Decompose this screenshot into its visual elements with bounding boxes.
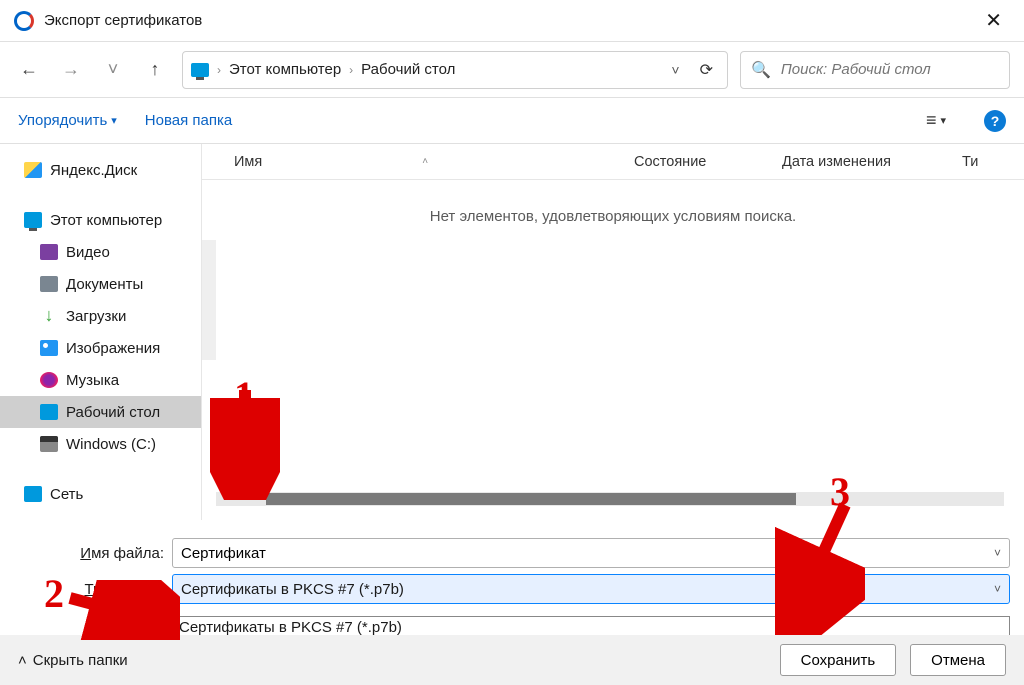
up-button[interactable]: ↑ — [140, 55, 170, 85]
column-name[interactable]: Имя ˄ — [234, 154, 634, 170]
desktop-icon — [40, 404, 58, 420]
music-icon — [40, 372, 58, 388]
recent-locations-caret[interactable]: ˅ — [98, 55, 128, 85]
sidebar-label: Яндекс.Диск — [50, 162, 137, 179]
downloads-icon: ↓ — [40, 308, 58, 324]
footer: ˄ Скрыть папки Сохранить Отмена — [0, 635, 1024, 685]
hide-folders-label: Скрыть папки — [33, 652, 128, 669]
sidebar: Яндекс.Диск Этот компьютер Видео Докумен… — [0, 144, 202, 520]
organize-label: Упорядочить — [18, 112, 107, 129]
sidebar-item-images[interactable]: Изображения — [0, 332, 201, 364]
sidebar-label: Изображения — [66, 340, 160, 357]
close-icon[interactable]: ✕ — [977, 4, 1010, 37]
images-icon — [40, 340, 58, 356]
sort-caret-icon: ˄ — [422, 156, 428, 167]
sidebar-label: Windows (C:) — [66, 436, 156, 453]
pc-icon — [24, 212, 42, 228]
horizontal-scrollbar[interactable] — [216, 492, 1004, 506]
yandex-disk-icon — [24, 162, 42, 178]
sidebar-label: Сеть — [50, 486, 83, 503]
sidebar-label: Рабочий стол — [66, 404, 160, 421]
sidebar-item-music[interactable]: Музыка — [0, 364, 201, 396]
column-type[interactable]: Ти — [962, 154, 1024, 170]
filename-label: Имя файла: — [14, 545, 172, 562]
filename-label-text: мя файла: — [91, 545, 164, 562]
refresh-icon[interactable]: ⟳ — [694, 60, 719, 80]
annotation-arrow-3 — [775, 495, 865, 635]
vertical-scrollbar[interactable] — [202, 240, 216, 360]
sidebar-item-yandex-disk[interactable]: Яндекс.Диск — [0, 154, 201, 186]
hide-folders-link[interactable]: ˄ Скрыть папки — [18, 652, 128, 669]
chevron-right-icon: › — [217, 63, 221, 77]
sidebar-item-video[interactable]: Видео — [0, 236, 201, 268]
search-icon: 🔍 — [751, 60, 771, 80]
sidebar-label: Этот компьютер — [50, 212, 162, 229]
video-icon — [40, 244, 58, 260]
path-dropdown-caret[interactable]: ˅ — [665, 62, 685, 78]
list-view-icon: ≡ — [926, 110, 937, 131]
empty-message: Нет элементов, удовлетворяющих условиям … — [202, 208, 1024, 225]
column-date[interactable]: Дата изменения — [782, 154, 962, 170]
chevron-down-icon: ▾ — [111, 114, 117, 127]
sidebar-item-drive-c[interactable]: Windows (C:) — [0, 428, 201, 460]
search-box[interactable]: 🔍 — [740, 51, 1010, 89]
back-button[interactable]: ← — [14, 55, 44, 85]
sidebar-item-downloads[interactable]: ↓ Загрузки — [0, 300, 201, 332]
filename-field[interactable]: ˅ — [172, 538, 1010, 568]
annotation-arrow-2 — [60, 580, 180, 640]
body: Яндекс.Диск Этот компьютер Видео Докумен… — [0, 144, 1024, 520]
sidebar-item-this-pc[interactable]: Этот компьютер — [0, 204, 201, 236]
file-list-header: Имя ˄ Состояние Дата изменения Ти — [202, 144, 1024, 180]
chevron-down-icon[interactable]: ˅ — [994, 546, 1001, 560]
sidebar-label: Видео — [66, 244, 110, 261]
view-menu[interactable]: ≡ ▾ — [926, 110, 946, 131]
sidebar-label: Документы — [66, 276, 143, 293]
search-input[interactable] — [781, 61, 999, 78]
titlebar: Экспорт сертификатов ✕ — [0, 0, 1024, 42]
new-folder-button[interactable]: Новая папка — [145, 112, 232, 129]
cancel-button[interactable]: Отмена — [910, 644, 1006, 676]
organize-menu[interactable]: Упорядочить ▾ — [18, 112, 117, 129]
filename-input[interactable] — [181, 545, 994, 562]
filetype-combobox[interactable]: Сертификаты в PKCS #7 (*.p7b) ˅ — [172, 574, 1010, 604]
chevron-up-icon: ˄ — [18, 652, 27, 669]
breadcrumb-desktop[interactable]: Рабочий стол — [361, 61, 455, 78]
file-area: Имя ˄ Состояние Дата изменения Ти Нет эле… — [202, 144, 1024, 520]
chevron-down-icon[interactable]: ˅ — [994, 582, 1001, 596]
sidebar-item-documents[interactable]: Документы — [0, 268, 201, 300]
filetype-value: Сертификаты в PKCS #7 (*.p7b) — [181, 581, 404, 598]
column-state[interactable]: Состояние — [634, 154, 782, 170]
sidebar-label: Музыка — [66, 372, 119, 389]
app-icon — [14, 11, 34, 31]
scrollbar-thumb[interactable] — [266, 493, 796, 505]
help-button[interactable]: ? — [984, 110, 1006, 132]
forward-button[interactable]: → — [56, 55, 86, 85]
annotation-arrow-1 — [210, 380, 280, 500]
documents-icon — [40, 276, 58, 292]
sidebar-item-desktop[interactable]: Рабочий стол — [0, 396, 201, 428]
address-bar-row: ← → ˅ ↑ › Этот компьютер › Рабочий стол … — [0, 42, 1024, 98]
drive-icon — [40, 436, 58, 452]
sidebar-item-network[interactable]: Сеть — [0, 478, 201, 510]
column-label: Имя — [234, 154, 262, 170]
chevron-right-icon: › — [349, 63, 353, 77]
sidebar-label: Загрузки — [66, 308, 126, 325]
newfolder-label: Новая папка — [145, 112, 232, 129]
monitor-icon — [191, 63, 209, 77]
breadcrumb-bar[interactable]: › Этот компьютер › Рабочий стол ˅ ⟳ — [182, 51, 728, 89]
window-title: Экспорт сертификатов — [44, 12, 202, 29]
network-icon — [24, 486, 42, 502]
breadcrumb-pc[interactable]: Этот компьютер — [229, 61, 341, 78]
chevron-down-icon: ▾ — [940, 114, 946, 127]
toolbar: Упорядочить ▾ Новая папка ≡ ▾ ? — [0, 98, 1024, 144]
save-button[interactable]: Сохранить — [780, 644, 897, 676]
